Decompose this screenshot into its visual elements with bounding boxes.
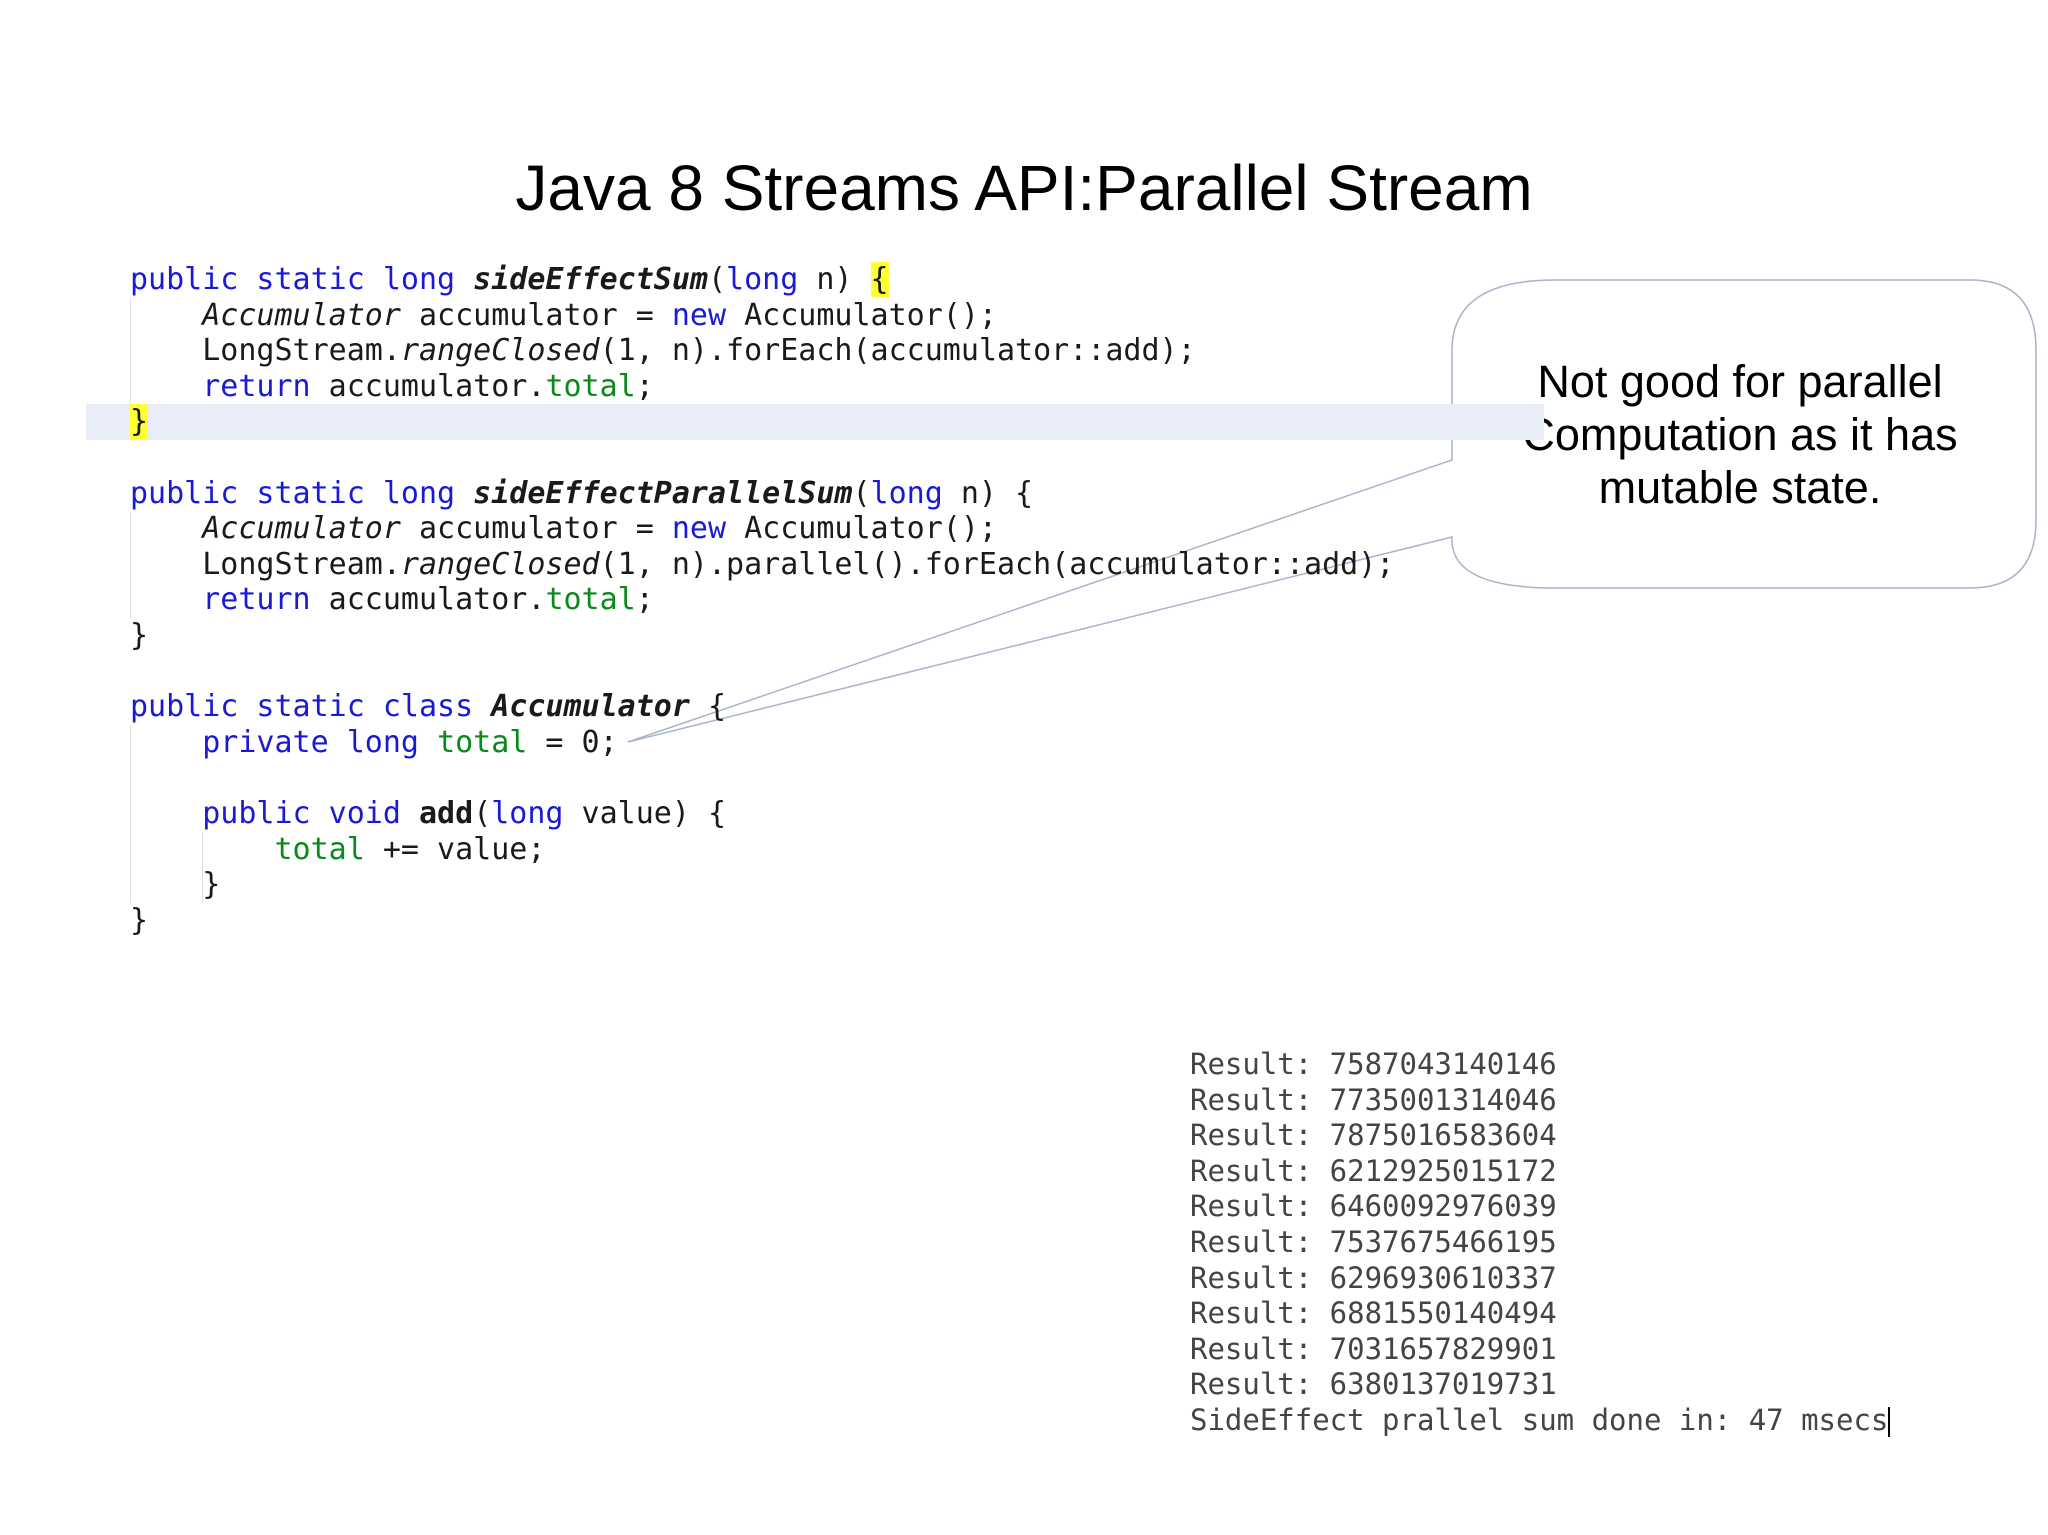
console-line: Result: 7587043140146 — [1190, 1047, 1557, 1081]
code-line-13: public static class Accumulator { — [130, 689, 727, 725]
code-line-14: private long total = 0; — [202, 724, 618, 760]
code-line-5[interactable]: } — [86, 404, 1544, 440]
code-line-1: public static long sideEffectSum(long n)… — [130, 262, 889, 297]
code-line-10: return accumulator.total; — [202, 582, 654, 618]
code-line-8: Accumulator accumulator = new Accumulato… — [202, 511, 997, 547]
console-line: Result: 7031657829901 — [1190, 1331, 1557, 1366]
code-line-2: Accumulator accumulator = new Accumulato… — [202, 297, 997, 333]
console-line: Result: 7537675466195 — [1190, 1224, 1557, 1259]
code-line-18: } — [202, 867, 221, 903]
code-snippet: public static long sideEffectSum(long n)… — [86, 262, 1544, 938]
console-line: Result: 6460092976039 — [1190, 1189, 1557, 1224]
code-line-16: public void add(long value) { — [202, 795, 727, 831]
console-line: Result: 6212925015172 — [1190, 1153, 1557, 1188]
code-line-3: LongStream.rangeClosed(1, n).forEach(acc… — [202, 333, 1196, 369]
console-line: Result: 7735001314046 — [1190, 1082, 1557, 1117]
callout-text: Not good for parallel Computation as it … — [1522, 356, 1958, 513]
code-line-11: } — [130, 617, 149, 653]
console-line: Result: 6296930610337 — [1190, 1260, 1557, 1295]
code-line-9: LongStream.rangeClosed(1, n).parallel().… — [202, 546, 1395, 582]
code-line-17: total += value; — [274, 831, 546, 867]
console-line: Result: 6881550140494 — [1190, 1296, 1557, 1331]
code-line-19: } — [130, 902, 149, 938]
console-line: Result: 6380137019731 — [1190, 1367, 1557, 1402]
code-line-7: public static long sideEffectParallelSum… — [130, 475, 1034, 511]
console-output: Result: 7587043140146 Result: 7735001314… — [1190, 1047, 1950, 1439]
text-caret — [1888, 1406, 1891, 1437]
code-line-4: return accumulator.total; — [202, 368, 654, 404]
console-line: Result: 7875016583604 — [1190, 1118, 1557, 1153]
console-last-line[interactable]: SideEffect prallel sum done in: 47 msecs — [1190, 1403, 1950, 1439]
